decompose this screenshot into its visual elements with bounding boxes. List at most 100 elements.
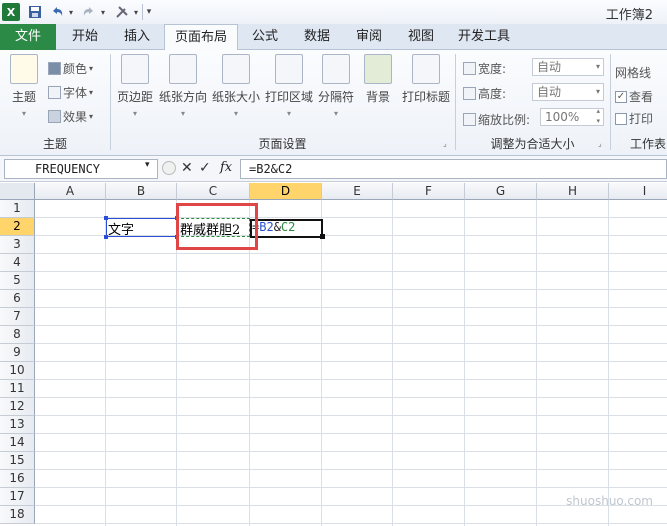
row-header-2[interactable]: 2 — [0, 218, 35, 236]
width-label: 宽度: — [478, 62, 507, 76]
column-header-d[interactable]: D — [250, 183, 322, 200]
gridline — [35, 487, 667, 488]
column-header-g[interactable]: G — [465, 183, 537, 200]
row-header-15[interactable]: 15 — [0, 452, 35, 470]
enter-icon[interactable]: ✓ — [199, 160, 211, 176]
tab-home[interactable]: 开始 — [58, 24, 112, 50]
breaks-button[interactable]: 分隔符 ▾ — [317, 54, 355, 118]
gridline — [35, 451, 667, 452]
gridline — [35, 325, 667, 326]
row-header-11[interactable]: 11 — [0, 380, 35, 398]
print-titles-button[interactable]: 打印标题 — [400, 54, 452, 105]
cell-d2-formula[interactable]: =B2&C2 — [252, 220, 295, 234]
theme-effects-label: 效果 — [63, 110, 88, 124]
insert-function-icon[interactable]: fx — [220, 160, 232, 175]
worksheet-grid[interactable]: A B C D E F G H I 1 2 3 4 5 6 7 8 9 10 1… — [0, 183, 667, 526]
tab-formulas[interactable]: 公式 — [240, 24, 290, 50]
formula-bar-resize-handle[interactable] — [162, 161, 176, 175]
tab-file[interactable]: 文件 — [0, 24, 56, 50]
annotation-highlight-box — [176, 203, 258, 250]
width-select[interactable]: 自动 ▾ — [532, 58, 604, 76]
gridline — [35, 271, 667, 272]
scale-label: 缩放比例: — [478, 113, 531, 127]
background-button[interactable]: 背景 — [360, 54, 396, 105]
print-area-label: 打印区域 — [264, 90, 313, 104]
tools-dropdown-icon[interactable]: ▾ — [132, 3, 140, 21]
tab-view[interactable]: 视图 — [396, 24, 446, 50]
excel-logo-icon[interactable]: X — [2, 3, 20, 21]
row-header-1[interactable]: 1 — [0, 200, 35, 218]
row-header-14[interactable]: 14 — [0, 434, 35, 452]
formula-input[interactable]: =B2&C2 — [240, 159, 667, 179]
effects-icon — [48, 110, 61, 123]
row-header-5[interactable]: 5 — [0, 272, 35, 290]
name-box[interactable]: FREQUENCY — [4, 159, 158, 179]
column-header-i[interactable]: I — [609, 183, 667, 200]
column-header-a[interactable]: A — [35, 183, 106, 200]
name-box-dropdown-icon[interactable]: ▾ — [145, 160, 150, 170]
undo-dropdown-icon[interactable]: ▾ — [66, 3, 76, 21]
spinner-arrows-icon: ▴ ▾ — [596, 107, 600, 125]
theme-effects-button[interactable]: 效果 ▾ — [48, 108, 93, 125]
row-header-16[interactable]: 16 — [0, 470, 35, 488]
undo-icon[interactable] — [48, 3, 66, 21]
row-header-7[interactable]: 7 — [0, 308, 35, 326]
cancel-icon[interactable]: ✕ — [181, 160, 193, 176]
theme-fonts-label: 字体 — [63, 86, 88, 100]
margins-button[interactable]: 页边距 ▾ — [115, 54, 155, 118]
scale-launcher-icon[interactable]: ⌟ — [598, 139, 602, 148]
tab-review[interactable]: 审阅 — [344, 24, 394, 50]
gridlines-view-checkbox[interactable]: ✓ 查看 — [615, 88, 653, 105]
redo-icon[interactable] — [80, 3, 98, 21]
redo-dropdown-icon[interactable]: ▾ — [98, 3, 108, 21]
column-header-b[interactable]: B — [106, 183, 177, 200]
tab-insert[interactable]: 插入 — [112, 24, 162, 50]
print-area-button[interactable]: 打印区域 ▾ — [264, 54, 314, 118]
select-all-corner[interactable] — [0, 183, 35, 200]
fill-handle[interactable] — [320, 234, 325, 239]
column-header-f[interactable]: F — [393, 183, 465, 200]
cell-b2[interactable]: 文字 — [108, 219, 134, 238]
row-header-18[interactable]: 18 — [0, 506, 35, 524]
height-select[interactable]: 自动 ▾ — [532, 83, 604, 101]
tab-page-layout[interactable]: 页面布局 — [164, 24, 238, 51]
chevron-down-icon: ▾ — [21, 109, 26, 118]
tab-data[interactable]: 数据 — [292, 24, 342, 50]
gridline — [35, 361, 667, 362]
row-header-12[interactable]: 12 — [0, 398, 35, 416]
save-icon[interactable] — [26, 3, 44, 21]
themes-button[interactable]: 主题 ▾ — [6, 54, 42, 118]
column-header-e[interactable]: E — [322, 183, 393, 200]
chevron-down-icon: ▾ — [233, 109, 238, 118]
column-header-h[interactable]: H — [537, 183, 609, 200]
checkbox-unchecked-icon — [615, 112, 627, 125]
scale-spinner[interactable]: 100% ▴ ▾ — [540, 107, 604, 126]
watermark: shuoshuo.com — [566, 494, 653, 508]
row-header-9[interactable]: 9 — [0, 344, 35, 362]
colors-icon — [48, 62, 61, 75]
page-setup-launcher-icon[interactable]: ⌟ — [443, 139, 447, 148]
customize-toolbar-icon[interactable]: ▾ — [144, 3, 154, 21]
gridline — [35, 523, 667, 524]
height-icon — [463, 87, 476, 100]
gridlines-print-checkbox[interactable]: 打印 — [615, 110, 653, 127]
orientation-button[interactable]: 纸张方向 ▾ — [158, 54, 208, 118]
tab-developer[interactable]: 开发工具 — [448, 24, 520, 50]
row-header-8[interactable]: 8 — [0, 326, 35, 344]
row-header-17[interactable]: 17 — [0, 488, 35, 506]
width-label-row: 宽度: — [463, 60, 506, 77]
size-button[interactable]: 纸张大小 ▾ — [211, 54, 261, 118]
tools-icon[interactable] — [112, 3, 132, 21]
column-header-c[interactable]: C — [177, 183, 250, 200]
width-icon — [463, 62, 476, 75]
theme-fonts-button[interactable]: 字体 ▾ — [48, 84, 93, 101]
chevron-down-icon: ▾ — [595, 87, 600, 96]
row-header-10[interactable]: 10 — [0, 362, 35, 380]
width-value: 自动 — [537, 60, 562, 74]
row-header-6[interactable]: 6 — [0, 290, 35, 308]
breaks-icon — [322, 54, 350, 84]
row-header-13[interactable]: 13 — [0, 416, 35, 434]
theme-colors-button[interactable]: 颜色 ▾ — [48, 60, 93, 77]
row-header-3[interactable]: 3 — [0, 236, 35, 254]
row-header-4[interactable]: 4 — [0, 254, 35, 272]
